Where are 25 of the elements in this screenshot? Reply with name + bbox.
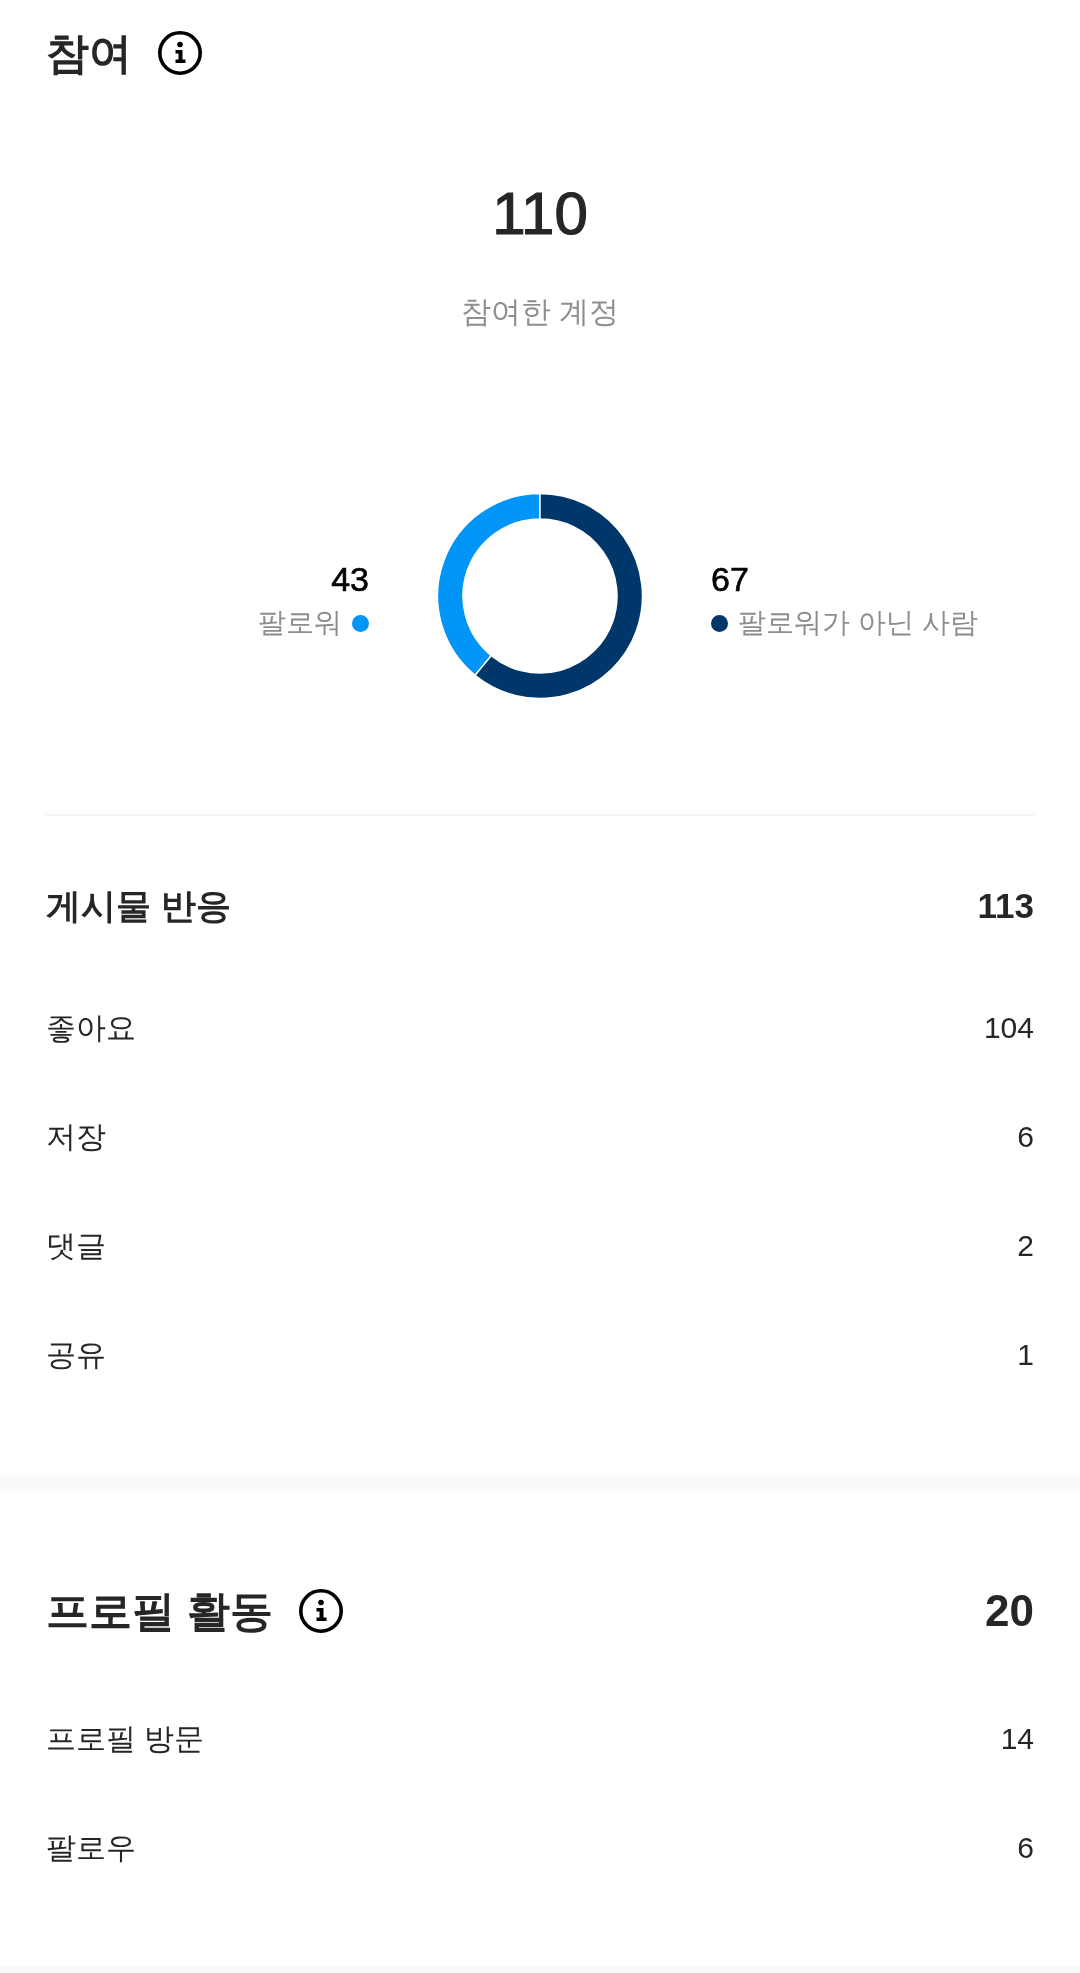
total-label: 참여한 계정	[460, 294, 620, 330]
metric-label: 좋아요	[46, 1009, 136, 1046]
legend-label: 팔로워	[258, 606, 342, 640]
metric-value: 14	[1000, 1720, 1034, 1757]
metric-value: 104	[983, 1009, 1034, 1046]
metric-label: 팔로우	[46, 1829, 136, 1866]
metric-label: 저장	[46, 1118, 106, 1155]
info-icon[interactable]	[298, 1589, 343, 1634]
total-count: 110	[492, 179, 588, 249]
metric-value: 1	[1017, 1336, 1034, 1373]
info-icon[interactable]	[158, 31, 202, 75]
metric-label: 프로필 방문	[46, 1720, 205, 1757]
section-title: 프로필 활동	[46, 1587, 273, 1636]
section-total: 113	[977, 887, 1034, 926]
metric-label: 공유	[46, 1336, 106, 1373]
legend-count: 67	[711, 559, 749, 599]
legend-count: 43	[331, 559, 369, 599]
section-title: 참여	[46, 31, 132, 75]
section-title: 게시물 반응	[46, 887, 231, 926]
legend-label: 팔로워가 아닌 사람	[738, 606, 978, 640]
metric-value: 2	[1017, 1227, 1034, 1264]
metric-value: 6	[1017, 1118, 1034, 1155]
metric-value: 6	[1017, 1829, 1034, 1866]
metric-label: 댓글	[46, 1227, 106, 1264]
section-total: 20	[985, 1587, 1034, 1636]
